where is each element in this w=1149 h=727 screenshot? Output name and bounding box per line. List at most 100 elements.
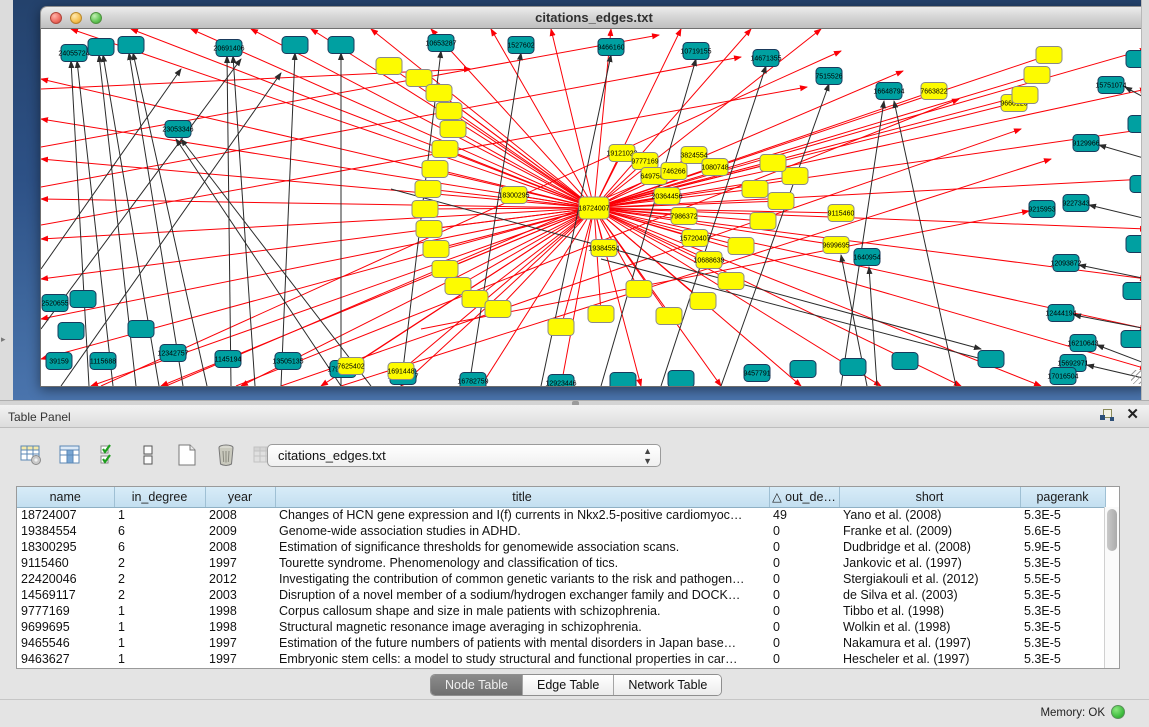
graph-node[interactable] — [610, 373, 636, 387]
graph-node[interactable] — [718, 273, 744, 290]
graph-node[interactable]: 10688639 — [693, 252, 724, 269]
graph-node[interactable] — [412, 201, 438, 218]
table-settings-icon[interactable] — [18, 442, 44, 468]
graph-node[interactable]: 1145194 — [215, 351, 242, 368]
graph-node[interactable]: 20691406 — [213, 40, 244, 57]
graph-node[interactable] — [58, 323, 84, 340]
graph-node[interactable]: 9227343 — [1062, 195, 1089, 212]
graph-node[interactable]: 1640954 — [853, 249, 880, 266]
graph-node[interactable]: 1691448 — [387, 363, 414, 380]
tab-edge-table[interactable]: Edge Table — [523, 675, 614, 695]
graph-node[interactable]: 9777169 — [631, 153, 658, 170]
graph-node[interactable]: 12093872 — [1050, 255, 1081, 272]
graph-node[interactable] — [426, 85, 452, 102]
graph-node[interactable] — [440, 121, 466, 138]
column-header-short[interactable]: short — [839, 487, 1020, 507]
table-row[interactable]: 1938455462009Genome-wide association stu… — [17, 523, 1105, 539]
graph-node[interactable]: 18300295 — [498, 187, 529, 204]
graph-node[interactable] — [790, 361, 816, 378]
graph-node[interactable]: 20364456 — [651, 188, 682, 205]
graph-node[interactable] — [282, 37, 308, 54]
graph-node[interactable] — [548, 319, 574, 336]
graph-node[interactable] — [626, 281, 652, 298]
graph-node[interactable]: 10719155 — [680, 43, 711, 60]
table-row[interactable]: 946362711997Embryonic stem cells: a mode… — [17, 651, 1105, 667]
graph-node[interactable]: 1115688 — [90, 353, 116, 370]
graph-node[interactable]: 7625402 — [337, 358, 364, 375]
table-row[interactable]: 977716911998Corpus callosum shape and si… — [17, 603, 1105, 619]
graph-node[interactable] — [656, 308, 682, 325]
graph-node[interactable]: 16782759 — [457, 373, 488, 387]
graph-node[interactable] — [128, 321, 154, 338]
graph-node[interactable] — [1024, 67, 1050, 84]
close-panel-icon[interactable]: ✕ — [1126, 408, 1139, 422]
column-header-pagerank[interactable]: pagerank — [1020, 487, 1105, 507]
graph-node[interactable] — [422, 161, 448, 178]
graph-node[interactable]: 18724007 — [578, 197, 609, 219]
table-scrollbar[interactable] — [1104, 507, 1119, 669]
graph-node[interactable] — [1036, 47, 1062, 64]
graph-node[interactable] — [118, 37, 144, 54]
column-header-title[interactable]: title — [275, 487, 769, 507]
network-canvas[interactable]: 2405572420691406106532871527602946616010… — [40, 29, 1148, 387]
new-table-icon[interactable] — [174, 442, 200, 468]
graph-node[interactable]: 12342757 — [157, 345, 188, 362]
graph-node[interactable] — [782, 168, 808, 185]
graph-node[interactable] — [840, 359, 866, 376]
graph-node[interactable] — [690, 293, 716, 310]
graph-node[interactable]: 1080748 — [701, 159, 728, 176]
scrollbar-thumb[interactable] — [1107, 509, 1117, 551]
table-row[interactable]: 969969511998Structural magnetic resonanc… — [17, 619, 1105, 635]
graph-node[interactable] — [742, 181, 768, 198]
table-row[interactable]: 1830029562008Estimation of significance … — [17, 539, 1105, 555]
panel-collapse-arrow-icon[interactable]: ▸ — [1, 334, 6, 345]
graph-node[interactable]: 9457791 — [743, 365, 770, 382]
select-all-icon[interactable] — [96, 442, 122, 468]
graph-node[interactable]: 746266 — [661, 163, 687, 180]
graph-node[interactable] — [436, 103, 462, 120]
graph-node[interactable] — [416, 221, 442, 238]
graph-node[interactable] — [1012, 87, 1038, 104]
table-row[interactable]: 911546021997Tourette syndrome. Phenomeno… — [17, 555, 1105, 571]
graph-node[interactable]: 9129966 — [1072, 135, 1099, 152]
graph-node[interactable]: 7663822 — [920, 83, 947, 100]
graph-node[interactable] — [462, 291, 488, 308]
graph-node[interactable]: 9215953 — [1028, 201, 1055, 218]
graph-node[interactable]: 12923446 — [545, 375, 576, 387]
graph-node[interactable] — [328, 37, 354, 54]
graph-node[interactable] — [768, 193, 794, 210]
graph-node[interactable]: 23053346 — [162, 121, 193, 138]
memory-ok-indicator[interactable] — [1111, 705, 1125, 719]
table-selector[interactable]: citations_edges.txt ▲▼ — [267, 444, 661, 467]
row-height-icon[interactable] — [135, 442, 161, 468]
graph-node[interactable]: 17016504 — [1047, 368, 1078, 385]
graph-node[interactable]: 39159 — [46, 353, 72, 370]
column-header-name[interactable]: name — [17, 487, 114, 507]
graph-node[interactable]: 2520655 — [41, 295, 68, 312]
graph-node[interactable] — [88, 39, 114, 56]
graph-node[interactable]: 7986372 — [670, 208, 697, 225]
graph-node[interactable] — [432, 261, 458, 278]
graph-node[interactable] — [432, 141, 458, 158]
graph-node[interactable]: 24055724 — [58, 45, 89, 62]
graph-node[interactable]: 12444194 — [1045, 305, 1076, 322]
graph-node[interactable] — [668, 371, 694, 387]
graph-node[interactable]: 16210643 — [1067, 335, 1098, 352]
graph-node[interactable] — [406, 70, 432, 87]
column-header-in_degree[interactable]: in_degree — [114, 487, 205, 507]
graph-node[interactable] — [415, 181, 441, 198]
graph-node[interactable]: 10653287 — [425, 35, 456, 52]
float-panel-icon[interactable] — [1100, 408, 1114, 422]
graph-node[interactable] — [750, 213, 776, 230]
graph-node[interactable] — [423, 241, 449, 258]
table-row[interactable]: 1456911722003Disruption of a novel membe… — [17, 587, 1105, 603]
table-row[interactable]: 946554611997Estimation of the future num… — [17, 635, 1105, 651]
graph-node[interactable] — [70, 291, 96, 308]
graph-node[interactable]: 16648794 — [873, 83, 904, 100]
graph-node[interactable] — [485, 301, 511, 318]
graph-node[interactable]: 13505135 — [272, 353, 303, 370]
graph-node[interactable]: 14671355 — [750, 50, 781, 67]
graph-node[interactable]: 1527602 — [507, 37, 534, 54]
graph-node[interactable] — [978, 351, 1004, 368]
graph-node[interactable]: 7515526 — [815, 68, 842, 85]
